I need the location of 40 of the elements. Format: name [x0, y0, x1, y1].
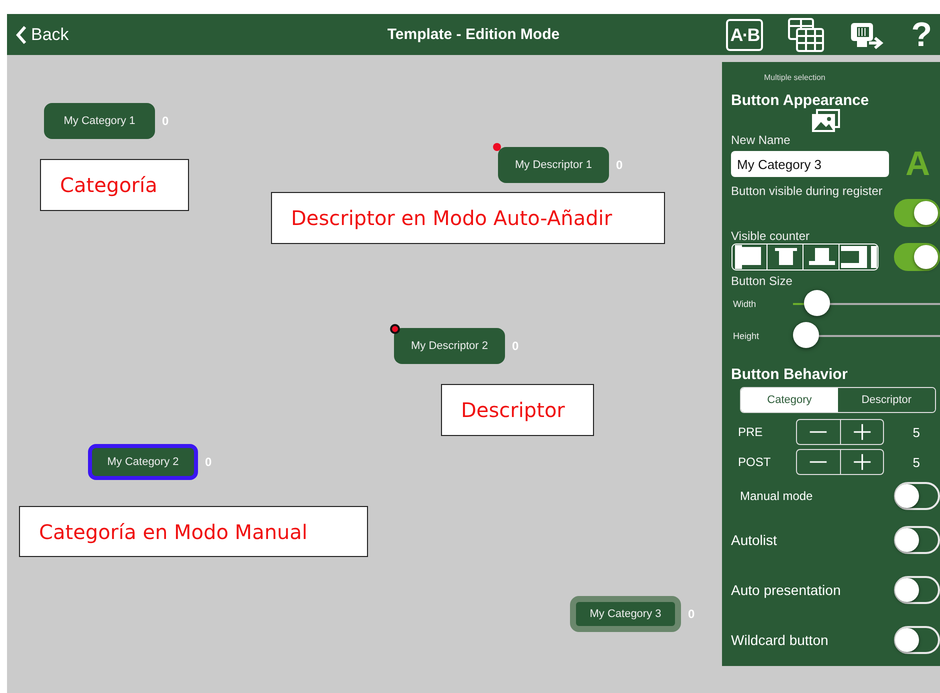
switch-label: Manual mode	[740, 489, 813, 503]
annotation-label: Descriptor	[441, 384, 594, 436]
annotation-label: Descriptor en Modo Auto-Añadir	[271, 192, 665, 244]
category-button[interactable]: My Category 2	[88, 444, 198, 480]
slider-label: Height	[732, 331, 760, 341]
section-title: Button Behavior	[731, 366, 849, 383]
language-button[interactable]: A·B	[726, 18, 764, 50]
annotation-label: Categoría en Modo Manual	[19, 506, 368, 557]
image-icon[interactable]	[810, 109, 840, 133]
stepper-label: POST	[738, 455, 772, 469]
category-button[interactable]: My Category 3	[570, 596, 681, 632]
stepper-label: PRE	[738, 425, 764, 439]
switch-label: Auto presentation	[731, 582, 841, 598]
switch-label: Wildcard button	[731, 632, 828, 648]
slider-label: Width	[732, 299, 758, 309]
toggle-switch[interactable]	[894, 243, 940, 271]
name-input-field[interactable]: My Category 3	[731, 151, 889, 177]
slider-thumb[interactable]	[804, 290, 830, 316]
counter-position-icon[interactable]	[731, 243, 879, 271]
switch-label: Autolist	[731, 532, 777, 548]
type-tab[interactable]: Category	[741, 388, 838, 412]
chevron-left-icon	[15, 24, 27, 44]
help-button[interactable]: ?	[911, 16, 932, 52]
field-label: Visible counter	[731, 229, 810, 243]
slider-thumb[interactable]	[793, 322, 820, 348]
table-icon[interactable]	[787, 16, 826, 52]
field-label: New Name	[731, 133, 792, 147]
field-label: Button visible during register	[731, 184, 884, 198]
multiple-selection-label: Multiple selection	[763, 73, 826, 82]
descriptor-button[interactable]: My Descriptor 2	[394, 328, 505, 364]
descriptor-button[interactable]: My Descriptor 1	[498, 147, 609, 183]
section-title: Button Appearance	[731, 92, 870, 109]
stepper-value: 5	[912, 454, 921, 470]
screen-title: Template - Edition Mode	[387, 26, 560, 43]
toggle-switch[interactable]	[894, 199, 940, 227]
field-label: Button Size	[731, 274, 794, 288]
annotation-label: Categoría	[40, 159, 189, 211]
stepper-value: 5	[912, 424, 921, 440]
category-button[interactable]: My Category 1	[44, 103, 155, 139]
back-button[interactable]: Back	[7, 24, 75, 46]
